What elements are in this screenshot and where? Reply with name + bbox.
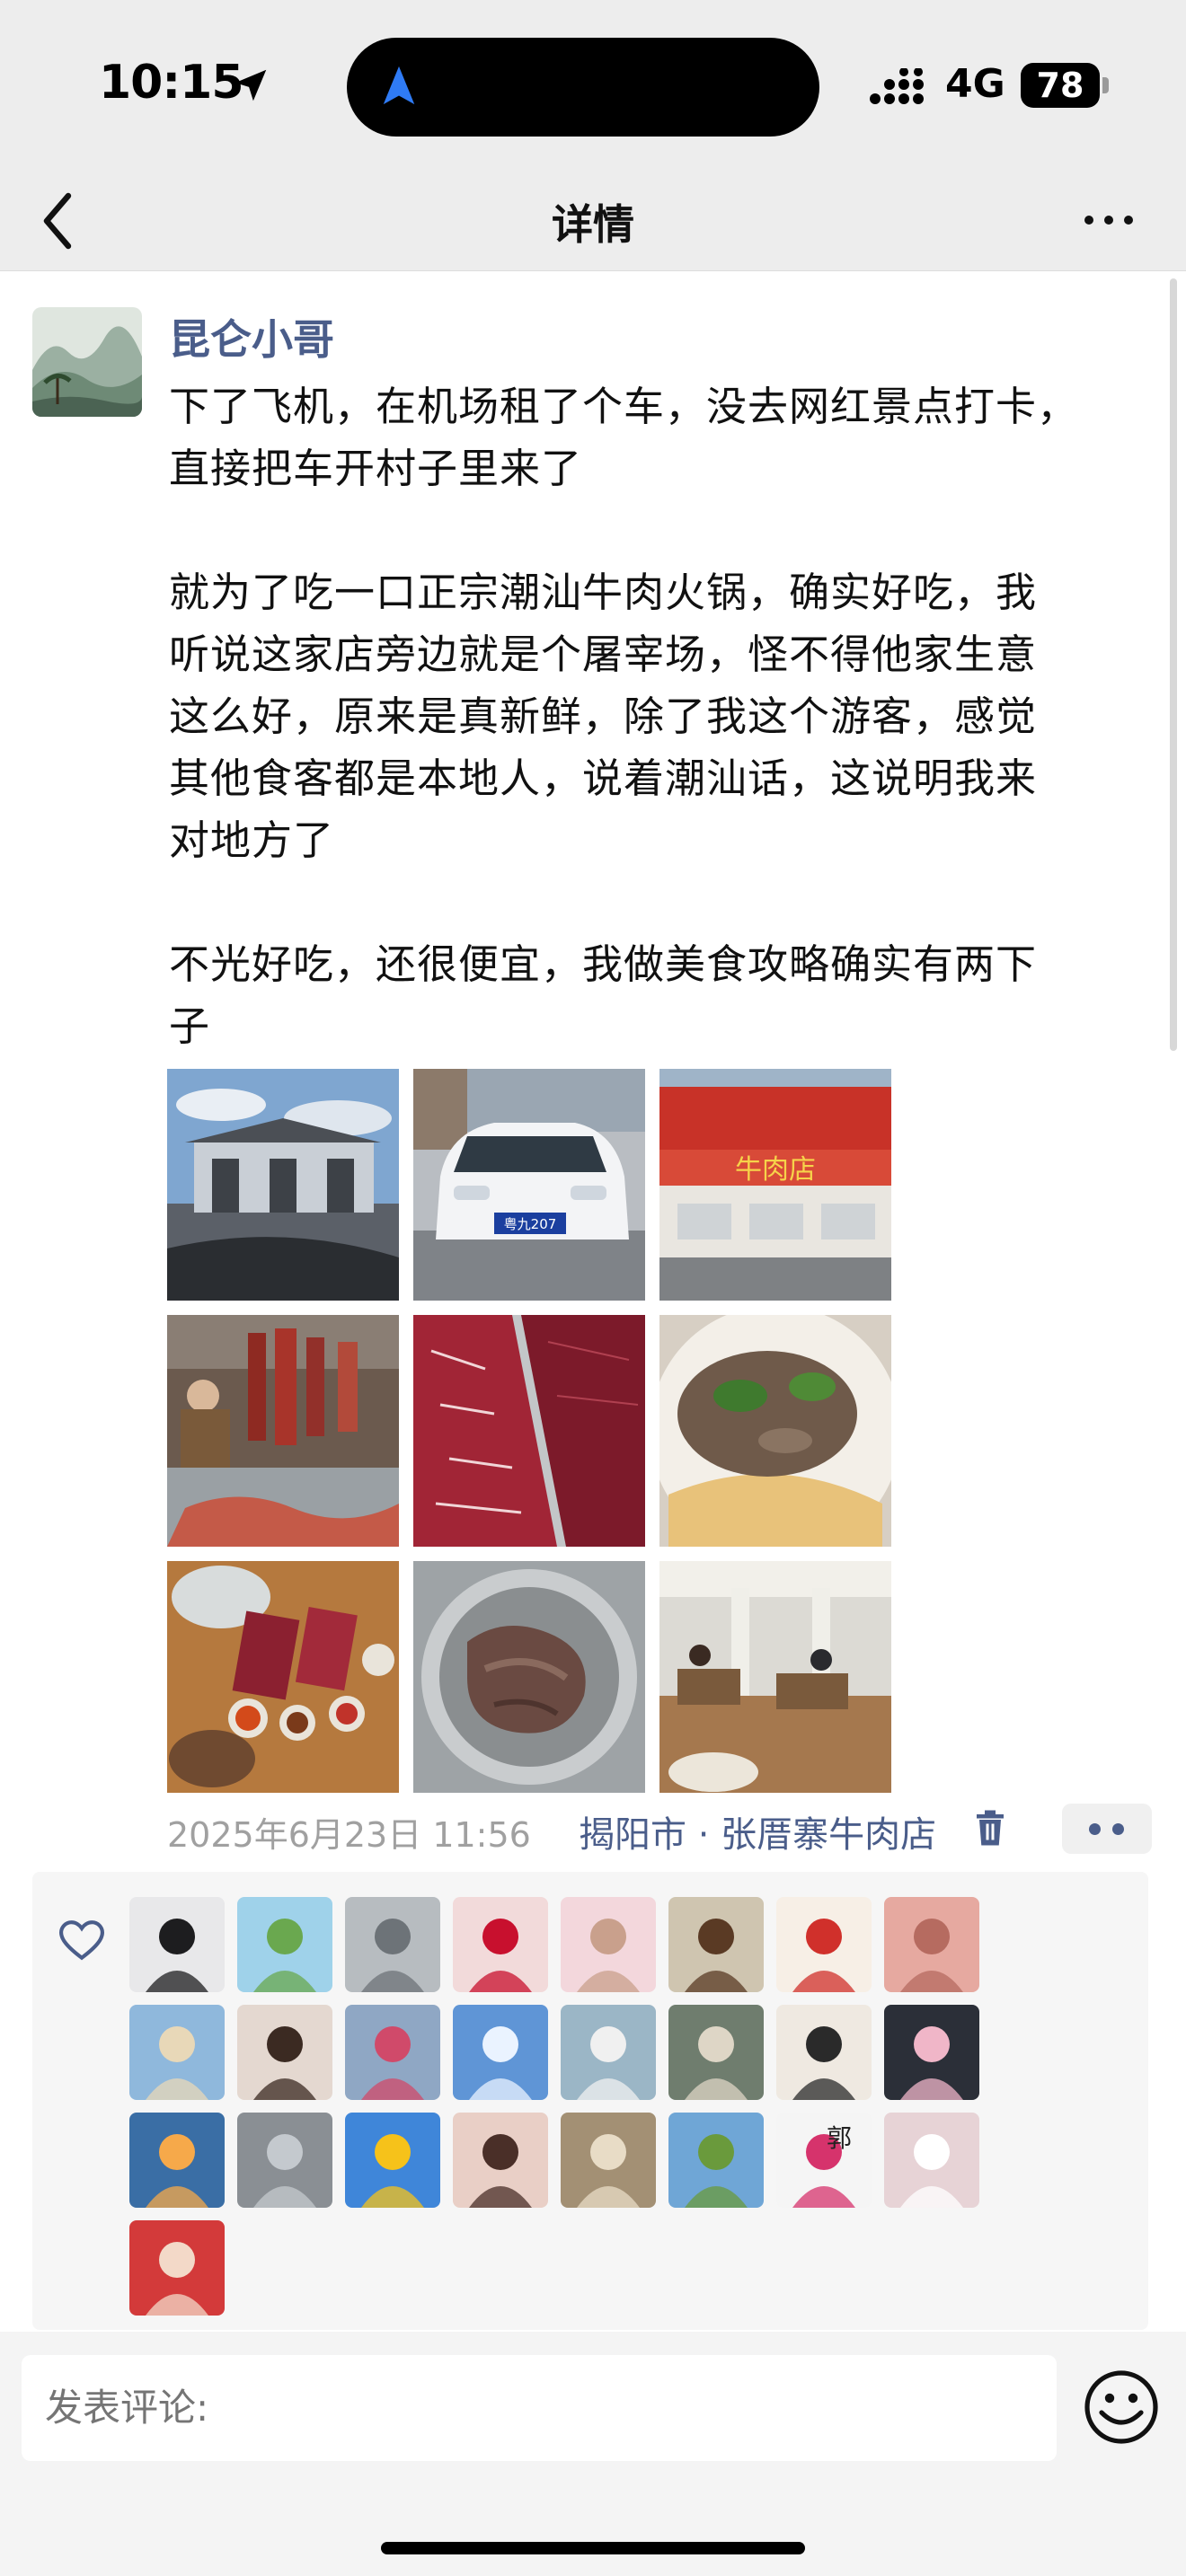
nav-bar: 详情 — [0, 171, 1186, 271]
author-avatar[interactable] — [32, 307, 142, 417]
photo-airport-gate[interactable] — [167, 1069, 399, 1301]
location-arrow-icon — [235, 69, 267, 101]
liker-avatar-cloudy-sky[interactable] — [345, 1897, 440, 1992]
scrollbar[interactable] — [1170, 278, 1177, 1051]
liker-avatar-cartoon-bear[interactable] — [884, 2005, 979, 2100]
liker-avatar-watermelon-girl[interactable] — [776, 1897, 872, 1992]
liker-avatar-portrait-woman[interactable] — [453, 2113, 548, 2208]
license-plate: 粤九207 — [504, 1216, 557, 1232]
photo-grid: 粤九207 牛肉店 — [167, 1069, 891, 1793]
photo-beef-in-strainer[interactable] — [413, 1561, 645, 1793]
network-type: 4G — [945, 61, 1005, 107]
liker-avatar-cartoon-meadow[interactable] — [237, 1897, 332, 1992]
liker-avatar-flowers-book[interactable] — [345, 2005, 440, 2100]
photo-rental-car[interactable]: 粤九207 — [413, 1069, 645, 1301]
home-indicator — [381, 2542, 805, 2554]
liker-avatar-sunflower[interactable] — [345, 2113, 440, 2208]
photo-hotpot-table[interactable] — [167, 1561, 399, 1793]
shop-sign: 牛肉店 — [735, 1154, 816, 1186]
liker-avatar-beach-walk[interactable] — [129, 2005, 225, 2100]
post-location[interactable]: 揭阳市 · 张厝寨牛肉店 — [579, 1805, 936, 1857]
liker-avatar-street-building[interactable] — [237, 2113, 332, 2208]
photo-restaurant-interior[interactable] — [659, 1561, 891, 1793]
liker-avatar-blue-sky-plane[interactable] — [453, 2005, 548, 2100]
liker-avatar-girl-bedroom[interactable] — [237, 2005, 332, 2100]
liker-avatar-woman-garden[interactable] — [668, 1897, 764, 1992]
liker-avatar-water-town[interactable] — [561, 2005, 656, 2100]
liker-avatar-girl-sketch[interactable] — [776, 2005, 872, 2100]
signal-icon — [870, 68, 924, 104]
liker-avatar-pink-abstract[interactable] — [884, 1897, 979, 1992]
liker-avatar-sunset-sea[interactable] — [129, 2113, 225, 2208]
post-timestamp: 2025年6月23日 11:56 — [167, 1815, 531, 1855]
photo-shop-front[interactable]: 牛肉店 — [659, 1069, 891, 1301]
post-meta: 2025年6月23日 11:56 揭阳市 · 张厝寨牛肉店 — [167, 1804, 1155, 1856]
liker-avatar-lotus-character[interactable]: 郭 — [776, 2113, 872, 2208]
liker-avatar-girl-field[interactable] — [884, 2113, 979, 2208]
heart-icon — [59, 1920, 104, 1961]
photo-butcher[interactable] — [167, 1315, 399, 1547]
liker-avatar-anime-boy[interactable] — [129, 1897, 225, 1992]
dynamic-island — [347, 38, 819, 137]
page-title: 详情 — [552, 200, 634, 249]
comment-bar — [0, 2332, 1186, 2576]
emoji-icon[interactable] — [1084, 2369, 1159, 2445]
liker-avatar-lake-dock[interactable] — [668, 2005, 764, 2100]
likes-panel: 郭 — [32, 1872, 1148, 2330]
liker-avatar-painted-house[interactable] — [668, 2113, 764, 2208]
photo-raw-beef-plates[interactable] — [413, 1315, 645, 1547]
trash-icon[interactable] — [974, 1809, 1006, 1847]
status-bar: 10:15 4G 78 — [0, 0, 1186, 171]
liker-avatar-couple-red[interactable] — [453, 1897, 548, 1992]
comment-input[interactable] — [22, 2355, 1057, 2461]
navigation-icon — [383, 66, 415, 105]
liker-avatar-pink-portrait[interactable] — [561, 1897, 656, 1992]
photo-beef-noodles[interactable] — [659, 1315, 891, 1547]
liker-avatar-woman-red[interactable] — [129, 2220, 225, 2316]
liker-avatar-couple-vintage[interactable] — [561, 2113, 656, 2208]
status-time: 10:15 — [99, 56, 244, 110]
post-action-button[interactable] — [1062, 1804, 1152, 1854]
author-name[interactable]: 昆仑小哥 — [169, 307, 334, 366]
avatar-glyph: 郭 — [827, 2123, 852, 2153]
post-content: 下了飞机，在机场租了个车，没去网红景点打卡， 直接把车开村子里来了 就为了吃一口… — [169, 383, 1079, 1050]
battery-level: 78 — [1036, 66, 1084, 105]
battery-icon: 78 — [1021, 63, 1109, 108]
more-icon[interactable] — [1082, 207, 1136, 234]
